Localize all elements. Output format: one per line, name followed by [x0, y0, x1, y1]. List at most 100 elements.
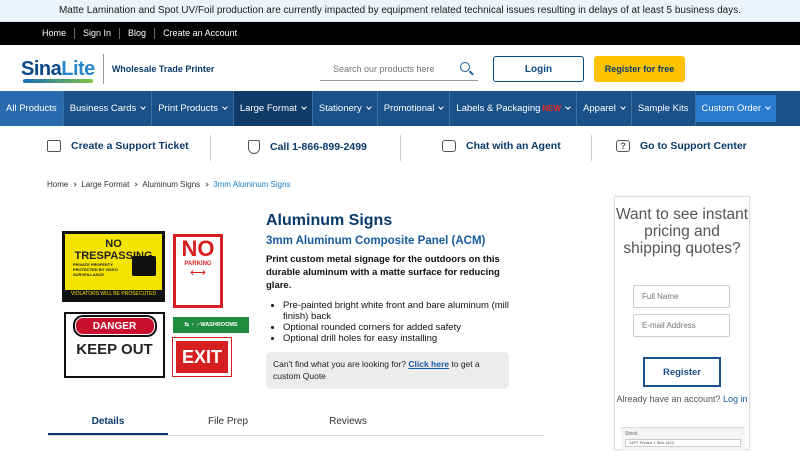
divider: [400, 135, 401, 161]
cant-find-text: Can't find what you are looking for?: [273, 359, 406, 369]
login-button[interactable]: Login: [493, 56, 584, 82]
nav-stationery[interactable]: Stationery: [313, 91, 378, 126]
sign-bottom: VIOLATORS WILL BE PROSECUTED: [65, 290, 162, 299]
nav-apparel[interactable]: Apparel: [577, 91, 632, 126]
tab-reviews[interactable]: Reviews: [288, 410, 408, 435]
logo-swoosh-icon: [23, 78, 93, 83]
sign-no: NO: [181, 236, 215, 261]
logo-tagline: Wholesale Trade Printer: [111, 64, 215, 74]
chevron-down-icon: [619, 104, 626, 110]
nav-label: Print Products: [158, 103, 218, 114]
feature-item: Optional rounded corners for added safet…: [283, 322, 516, 333]
breadcrumb: Home Large Format Aluminum Signs 3mm Alu…: [47, 180, 291, 189]
logo-divider: [102, 54, 104, 84]
tab-details[interactable]: Details: [48, 410, 168, 435]
nav-all-products[interactable]: All Products: [0, 91, 64, 126]
top-nav: Home Sign In Blog Create an Account: [0, 22, 800, 45]
notice-banner: Matte Lamination and Spot UV/Foil produc…: [0, 0, 800, 22]
help-icon: ?: [616, 140, 630, 152]
support-ticket-label: Create a Support Ticket: [71, 140, 189, 152]
divider: [591, 135, 592, 161]
product-subtitle: 3mm Aluminum Composite Panel (ACM): [266, 235, 486, 247]
tab-file-prep[interactable]: File Prep: [168, 410, 288, 435]
pricing-heading: Want to see instant pricing and shipping…: [615, 206, 749, 257]
custom-quote-box: Can't find what you are looking for? Cli…: [266, 352, 509, 389]
support-chat-label: Chat with an Agent: [466, 140, 561, 152]
panel-register-button[interactable]: Register: [643, 357, 721, 387]
new-badge: NEW: [542, 104, 562, 113]
chevron-down-icon: [765, 104, 771, 110]
double-arrow-icon: ⟷: [190, 267, 206, 279]
breadcrumb-home[interactable]: Home: [47, 180, 68, 189]
nav-large-format[interactable]: Large Format: [233, 91, 313, 126]
breadcrumb-chevron-icon: [133, 182, 138, 187]
breadcrumb-aluminum-signs[interactable]: Aluminum Signs: [142, 180, 200, 189]
feature-item: Pre-painted bright white front and bare …: [283, 300, 516, 322]
nav-promotional[interactable]: Promotional: [378, 91, 451, 126]
envelope-icon: [47, 140, 61, 152]
nav-labels-packaging[interactable]: Labels & Packaging NEW: [450, 91, 578, 126]
fullname-field[interactable]: [633, 285, 730, 308]
product-image: NO TRESPASSING PRIVATE PROPERTY PROTECTE…: [62, 230, 249, 380]
support-chat-link[interactable]: Chat with an Agent: [442, 140, 561, 152]
feature-item: Optional drill holes for easy installing: [283, 333, 516, 344]
search-icon[interactable]: [460, 62, 470, 72]
support-bar: Create a Support Ticket Call 1-866-899-2…: [0, 126, 800, 172]
support-call-label: Call 1-866-899-2499: [270, 141, 367, 153]
search-input[interactable]: [333, 63, 453, 74]
no-parking-sign: NO PARKING ⟷: [173, 234, 223, 308]
chevron-down-icon: [301, 104, 307, 110]
logo-part2: Lite: [61, 57, 95, 80]
nav-sample-kits[interactable]: Sample Kits: [632, 91, 696, 126]
product-info: Aluminum Signs 3mm Aluminum Composite Pa…: [266, 212, 516, 344]
email-field[interactable]: [633, 314, 730, 337]
nav-business-cards[interactable]: Business Cards: [64, 91, 153, 126]
pricing-preview: Stock 14PT Printed 1 Side (4/0): [621, 427, 745, 451]
nav-label: Labels & Packaging: [456, 103, 541, 114]
danger-sign: DANGER KEEP OUT: [64, 312, 165, 378]
logo[interactable]: SinaLite Wholesale Trade Printer: [21, 54, 214, 84]
support-ticket-link[interactable]: Create a Support Ticket: [47, 140, 189, 152]
preview-label: Stock: [625, 431, 638, 437]
sign-washrooms: WASHROOMS: [200, 322, 238, 328]
no-trespassing-sign: NO TRESPASSING PRIVATE PROPERTY PROTECTE…: [62, 231, 165, 302]
nav-label: Stationery: [318, 103, 362, 114]
support-call-link[interactable]: Call 1-866-899-2499: [248, 140, 367, 154]
logo-wordmark: SinaLite: [21, 57, 95, 83]
nav-label: Promotional: [383, 103, 435, 114]
already-text: Already have an account?: [616, 394, 721, 404]
sign-danger: DANGER: [74, 317, 155, 335]
support-center-link[interactable]: ? Go to Support Center: [616, 140, 747, 152]
chevron-down-icon: [565, 104, 571, 110]
account-prompt: Already have an account? Log in: [615, 393, 749, 405]
breadcrumb-chevron-icon: [72, 182, 77, 187]
register-button[interactable]: Register for free: [594, 56, 685, 82]
breadcrumb-large-format[interactable]: Large Format: [81, 180, 129, 189]
custom-quote-link[interactable]: Click here: [408, 359, 449, 369]
camera-icon: [132, 256, 156, 276]
site-header: SinaLite Wholesale Trade Printer Login R…: [0, 45, 800, 91]
nav-label: Apparel: [583, 103, 616, 114]
topnav-blog[interactable]: Blog: [120, 28, 156, 39]
nav-label: Custom Order: [701, 103, 762, 114]
panel-login-link[interactable]: Log in: [723, 394, 748, 404]
chevron-down-icon: [140, 104, 147, 110]
chevron-down-icon: [222, 104, 228, 110]
preview-select: 14PT Printed 1 Side (4/0): [625, 439, 741, 447]
topnav-create-account[interactable]: Create an Account: [155, 28, 245, 39]
washrooms-sign: ⇆ ♀ ♂ WASHROOMS: [173, 317, 249, 333]
phone-icon: [248, 140, 260, 154]
divider: [210, 135, 211, 161]
nav-custom-order[interactable]: Custom Order: [695, 95, 777, 122]
product-tabs: Details File Prep Reviews: [48, 410, 544, 436]
nav-label: All Products: [6, 103, 57, 114]
sign-text: PRIVATE PROPERTY PROTECTED BY VIDEO SURV…: [73, 262, 118, 277]
topnav-signin[interactable]: Sign In: [75, 28, 121, 39]
nav-print-products[interactable]: Print Products: [152, 91, 234, 126]
nav-label: Large Format: [239, 103, 297, 114]
chat-icon: [442, 140, 456, 152]
topnav-home[interactable]: Home: [34, 28, 76, 39]
support-center-label: Go to Support Center: [640, 140, 747, 152]
chevron-down-icon: [438, 104, 445, 110]
notice-text: Matte Lamination and Spot UV/Foil produc…: [58, 5, 742, 16]
